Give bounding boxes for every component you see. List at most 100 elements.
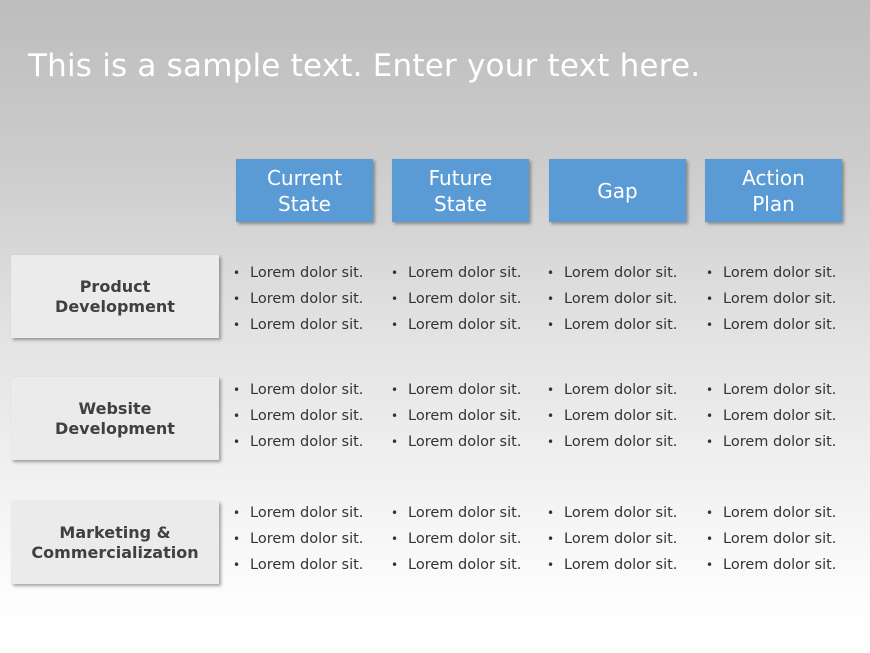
column-header-gap: Gap	[549, 159, 686, 222]
bullet-icon: •	[547, 558, 555, 572]
bullet-icon: •	[706, 435, 714, 449]
list-item: • Lorem dolor sit.	[391, 500, 551, 526]
list-item-text: Lorem dolor sit.	[250, 434, 364, 450]
bullet-icon: •	[391, 266, 399, 280]
list-item: • Lorem dolor sit.	[706, 500, 866, 526]
list-item-text: Lorem dolor sit.	[250, 557, 364, 573]
list-item: • Lorem dolor sit.	[233, 312, 393, 338]
bullet-list: • Lorem dolor sit. • Lorem dolor sit. • Lorem…	[706, 500, 866, 578]
list-item: • Lorem dolor sit.	[233, 429, 393, 455]
row-header-product-development: Product Development	[11, 255, 219, 338]
bullet-icon: •	[233, 506, 241, 520]
bullet-list: • Lorem dolor sit. • Lorem dolor sit. • Lorem…	[391, 500, 551, 578]
bullet-icon: •	[706, 532, 714, 546]
column-header-action-plan: Action Plan	[705, 159, 842, 222]
bullet-icon: •	[706, 409, 714, 423]
list-item-text: Lorem dolor sit.	[250, 382, 364, 398]
bullet-icon: •	[547, 383, 555, 397]
column-header-future-state: Future State	[392, 159, 529, 222]
list-item: • Lorem dolor sit.	[547, 377, 707, 403]
bullet-icon: •	[547, 532, 555, 546]
row-header-marketing-commercialization: Marketing & Commercialization	[11, 501, 219, 584]
list-item: • Lorem dolor sit.	[706, 526, 866, 552]
bullet-icon: •	[391, 383, 399, 397]
bullet-icon: •	[547, 292, 555, 306]
list-item-text: Lorem dolor sit.	[723, 382, 837, 398]
column-header-current-state: Current State	[236, 159, 373, 222]
list-item: • Lorem dolor sit.	[547, 260, 707, 286]
list-item-text: Lorem dolor sit.	[250, 265, 364, 281]
list-item: • Lorem dolor sit.	[706, 286, 866, 312]
list-item-text: Lorem dolor sit.	[250, 408, 364, 424]
list-item: • Lorem dolor sit.	[706, 260, 866, 286]
list-item-text: Lorem dolor sit.	[723, 557, 837, 573]
list-item: • Lorem dolor sit.	[391, 312, 551, 338]
list-item: • Lorem dolor sit.	[547, 500, 707, 526]
bullet-icon: •	[706, 292, 714, 306]
list-item-text: Lorem dolor sit.	[723, 265, 837, 281]
list-item: • Lorem dolor sit.	[547, 526, 707, 552]
bullet-list: • Lorem dolor sit. • Lorem dolor sit. • Lorem…	[706, 260, 866, 338]
list-item: • Lorem dolor sit.	[706, 403, 866, 429]
list-item-text: Lorem dolor sit.	[564, 531, 678, 547]
list-item-text: Lorem dolor sit.	[408, 265, 522, 281]
bullet-list: • Lorem dolor sit. • Lorem dolor sit. • Lorem…	[391, 377, 551, 455]
bullet-list: • Lorem dolor sit. • Lorem dolor sit. • Lorem…	[706, 377, 866, 455]
bullet-icon: •	[547, 409, 555, 423]
list-item-text: Lorem dolor sit.	[408, 505, 522, 521]
row-header-website-development: Website Development	[11, 377, 219, 460]
list-item-text: Lorem dolor sit.	[723, 317, 837, 333]
list-item-text: Lorem dolor sit.	[250, 317, 364, 333]
list-item: • Lorem dolor sit.	[233, 260, 393, 286]
list-item: • Lorem dolor sit.	[391, 403, 551, 429]
list-item: • Lorem dolor sit.	[706, 552, 866, 578]
list-item-text: Lorem dolor sit.	[723, 505, 837, 521]
list-item: • Lorem dolor sit.	[391, 286, 551, 312]
list-item-text: Lorem dolor sit.	[723, 291, 837, 307]
list-item-text: Lorem dolor sit.	[408, 382, 522, 398]
list-item: • Lorem dolor sit.	[706, 312, 866, 338]
bullet-icon: •	[233, 266, 241, 280]
list-item-text: Lorem dolor sit.	[250, 505, 364, 521]
bullet-list: • Lorem dolor sit. • Lorem dolor sit. • Lorem…	[391, 260, 551, 338]
bullet-list: • Lorem dolor sit. • Lorem dolor sit. • Lorem…	[547, 377, 707, 455]
list-item: • Lorem dolor sit.	[233, 377, 393, 403]
list-item-text: Lorem dolor sit.	[564, 317, 678, 333]
list-item-text: Lorem dolor sit.	[564, 434, 678, 450]
bullet-icon: •	[706, 383, 714, 397]
list-item: • Lorem dolor sit.	[391, 526, 551, 552]
bullet-icon: •	[391, 558, 399, 572]
list-item-text: Lorem dolor sit.	[250, 531, 364, 547]
bullet-icon: •	[233, 383, 241, 397]
list-item-text: Lorem dolor sit.	[250, 291, 364, 307]
list-item-text: Lorem dolor sit.	[723, 531, 837, 547]
list-item-text: Lorem dolor sit.	[408, 291, 522, 307]
list-item-text: Lorem dolor sit.	[723, 408, 837, 424]
list-item-text: Lorem dolor sit.	[564, 291, 678, 307]
list-item: • Lorem dolor sit.	[391, 260, 551, 286]
bullet-icon: •	[547, 318, 555, 332]
list-item-text: Lorem dolor sit.	[723, 434, 837, 450]
list-item: • Lorem dolor sit.	[233, 403, 393, 429]
slide-title: This is a sample text. Enter your text h…	[28, 48, 701, 84]
bullet-icon: •	[391, 532, 399, 546]
bullet-icon: •	[233, 532, 241, 546]
bullet-icon: •	[706, 506, 714, 520]
bullet-icon: •	[391, 409, 399, 423]
list-item: • Lorem dolor sit.	[233, 286, 393, 312]
list-item: • Lorem dolor sit.	[547, 552, 707, 578]
list-item: • Lorem dolor sit.	[233, 500, 393, 526]
bullet-icon: •	[547, 266, 555, 280]
bullet-icon: •	[391, 292, 399, 306]
list-item-text: Lorem dolor sit.	[564, 408, 678, 424]
bullet-icon: •	[233, 435, 241, 449]
bullet-icon: •	[547, 435, 555, 449]
bullet-icon: •	[233, 318, 241, 332]
bullet-icon: •	[391, 506, 399, 520]
list-item-text: Lorem dolor sit.	[408, 557, 522, 573]
list-item-text: Lorem dolor sit.	[408, 434, 522, 450]
bullet-icon: •	[391, 435, 399, 449]
bullet-icon: •	[233, 558, 241, 572]
list-item-text: Lorem dolor sit.	[564, 557, 678, 573]
bullet-list: • Lorem dolor sit. • Lorem dolor sit. • Lorem…	[233, 377, 393, 455]
